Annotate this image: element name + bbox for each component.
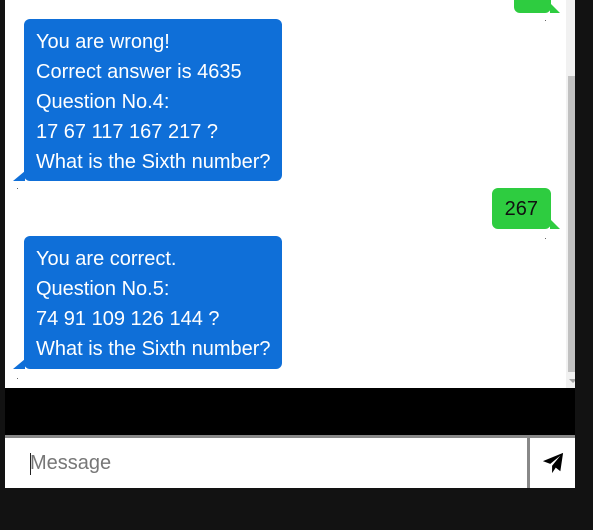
chat-scrollbar[interactable]	[566, 0, 575, 388]
message-line: What is the Sixth number?	[36, 338, 271, 360]
message-line: What is the Sixth number?	[36, 151, 271, 173]
user-message	[514, 0, 560, 13]
message-composer	[5, 435, 575, 488]
send-button[interactable]	[530, 438, 575, 488]
message-line: 74 91 109 126 144 ?	[36, 308, 220, 330]
bot-message: You are wrong! Correct answer is 4635 Qu…	[13, 19, 282, 181]
send-icon	[542, 452, 563, 474]
bot-message: You are correct. Question No.5: 74 91 10…	[13, 236, 282, 369]
scroll-down-arrow-icon[interactable]	[569, 379, 575, 383]
text-caret	[30, 453, 31, 475]
chat-history[interactable]: You are wrong! Correct answer is 4635 Qu…	[5, 0, 575, 388]
chat-app: You are wrong! Correct answer is 4635 Qu…	[0, 0, 593, 530]
message-line: Correct answer is 4635	[36, 61, 242, 83]
user-message: 267	[491, 188, 560, 229]
scrollbar-thumb[interactable]	[568, 76, 575, 372]
message-line: Question No.4:	[36, 91, 170, 113]
message-line: Question No.5:	[36, 278, 170, 300]
spacer-band	[5, 388, 575, 435]
message-line: You are wrong!	[36, 31, 170, 53]
message-line: You are correct.	[36, 248, 177, 270]
message-line: 267	[504, 198, 538, 220]
message-input[interactable]	[5, 438, 527, 488]
message-line: 17 67 117 167 217 ?	[36, 121, 219, 143]
